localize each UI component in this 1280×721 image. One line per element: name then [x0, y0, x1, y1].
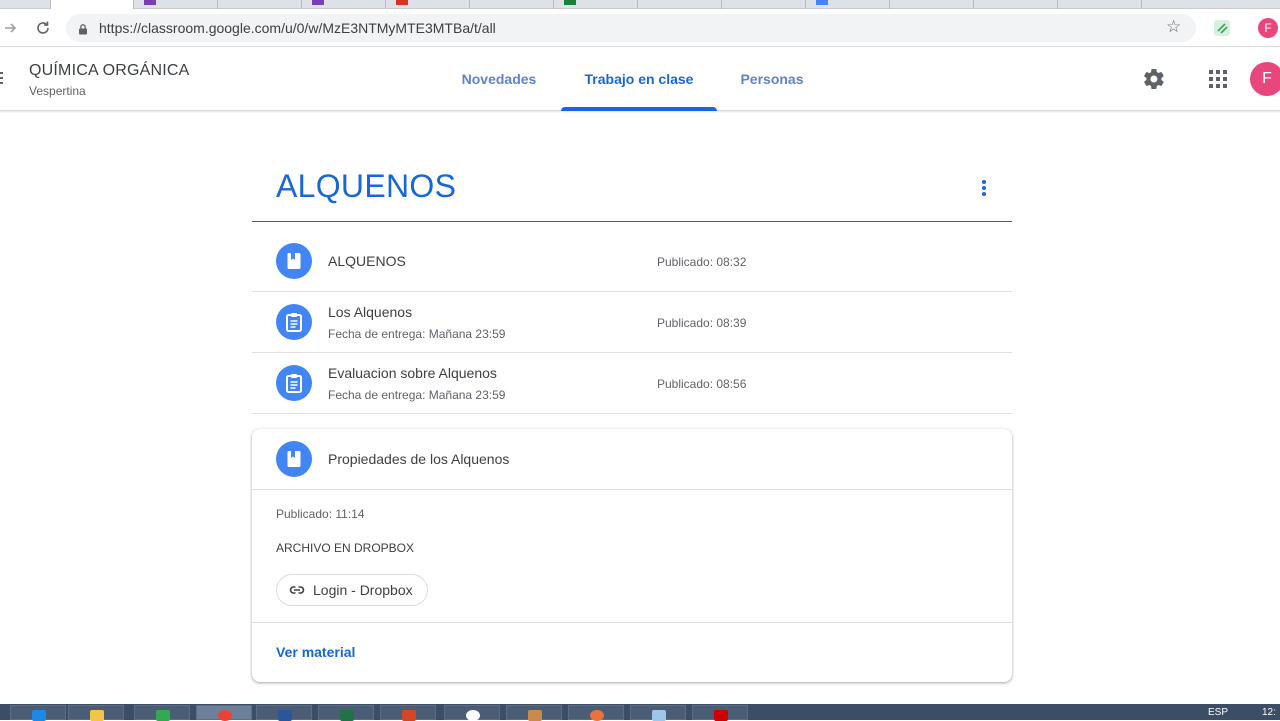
browser-profile-avatar[interactable]: F [1258, 18, 1278, 38]
active-tab-indicator [561, 107, 717, 111]
tab-trabajo-en-clase[interactable]: Trabajo en clase [561, 48, 717, 111]
account-avatar[interactable]: F [1250, 62, 1280, 96]
extension-icon[interactable] [1212, 18, 1232, 38]
taskbar-app-icon[interactable] [506, 705, 562, 721]
taskbar-clock[interactable]: 12: [1262, 707, 1276, 718]
bookmark-star-icon[interactable]: ☆ [1166, 17, 1181, 37]
tab-label: Trabajo en clase [584, 71, 694, 87]
classroom-header: QUÍMICA ORGÁNICA Vespertina Novedades Tr… [0, 48, 1280, 111]
topic-title: ALQUENOS [276, 168, 457, 204]
item-due-date: Fecha de entrega: Mañana 23:59 [328, 388, 506, 402]
taskbar-powerpoint-icon[interactable] [380, 705, 436, 721]
book-icon [276, 243, 312, 279]
browser-tab[interactable] [638, 0, 722, 9]
taskbar-chrome-icon[interactable] [196, 705, 252, 721]
tab-label: Novedades [461, 71, 537, 87]
link-icon [289, 586, 305, 594]
taskbar-folder-icon[interactable] [68, 705, 124, 721]
taskbar-ie-icon[interactable] [10, 705, 66, 721]
taskbar-word-icon[interactable] [256, 705, 312, 721]
browser-tab[interactable] [218, 0, 302, 9]
browser-tab[interactable] [890, 0, 974, 9]
browser-tab[interactable] [554, 0, 638, 9]
url-text: https://classroom.google.com/u/0/w/MzE3N… [99, 20, 496, 36]
topic-divider [252, 221, 1012, 222]
more-options-icon[interactable] [974, 176, 994, 200]
windows-taskbar: ESP 12: [0, 704, 1280, 721]
attachment-link-chip[interactable]: Login - Dropbox [276, 574, 428, 606]
address-bar[interactable]: https://classroom.google.com/u/0/w/MzE3N… [66, 14, 1196, 42]
language-indicator[interactable]: ESP [1208, 707, 1228, 718]
class-title[interactable]: QUÍMICA ORGÁNICA [29, 62, 190, 80]
attachment-label: Login - Dropbox [313, 582, 413, 598]
card-posted: Publicado: 11:14 [276, 507, 365, 521]
apps-grid-icon[interactable] [1205, 66, 1231, 92]
reload-icon[interactable] [32, 17, 54, 39]
browser-tab[interactable] [302, 0, 386, 9]
browser-tab[interactable] [470, 0, 554, 9]
classwork-item[interactable]: Los Alquenos Fecha de entrega: Mañana 23… [252, 292, 1012, 353]
card-description: ARCHIVO EN DROPBOX [276, 541, 415, 555]
card-title: Propiedades de los Alquenos [328, 451, 510, 467]
browser-tab[interactable] [134, 0, 218, 9]
classwork-item[interactable]: ALQUENOS Publicado: 08:32 [252, 231, 1012, 292]
lock-icon [78, 22, 88, 35]
taskbar-app-icon[interactable] [444, 705, 500, 721]
view-material-link[interactable]: Ver material [276, 644, 355, 660]
item-posted: Publicado: 08:32 [657, 255, 747, 269]
browser-toolbar: https://classroom.google.com/u/0/w/MzE3N… [0, 9, 1280, 47]
item-due-date: Fecha de entrega: Mañana 23:59 [328, 327, 506, 341]
browser-tab[interactable] [974, 0, 1058, 9]
browser-tab[interactable] [386, 0, 470, 9]
item-title: ALQUENOS [328, 253, 406, 269]
settings-gear-icon[interactable] [1141, 66, 1167, 92]
card-footer-divider [252, 622, 1012, 623]
card-header[interactable]: Propiedades de los Alquenos [252, 429, 1012, 490]
taskbar-app-icon[interactable] [630, 705, 686, 721]
tab-personas[interactable]: Personas [728, 48, 816, 110]
item-posted: Publicado: 08:39 [657, 316, 747, 330]
book-icon [276, 441, 312, 477]
browser-tab[interactable] [722, 0, 806, 9]
expanded-material-card: Propiedades de los Alquenos Publicado: 1… [252, 429, 1012, 682]
taskbar-app-icon[interactable] [134, 705, 190, 721]
item-posted: Publicado: 08:56 [657, 377, 747, 391]
browser-tab[interactable] [1058, 0, 1142, 9]
forward-arrow-icon[interactable] [0, 17, 22, 39]
browser-tab-strip [0, 0, 1280, 9]
taskbar-app-icon[interactable] [568, 705, 624, 721]
assignment-icon [276, 365, 312, 401]
browser-tab-active[interactable] [50, 0, 134, 9]
assignment-icon [276, 304, 312, 340]
tab-novedades[interactable]: Novedades [448, 48, 550, 110]
classwork-item[interactable]: Evaluacion sobre Alquenos Fecha de entre… [252, 353, 1012, 414]
tab-label: Personas [740, 71, 804, 87]
item-title: Los Alquenos [328, 304, 413, 320]
main-menu-icon[interactable] [0, 71, 4, 84]
item-title: Evaluacion sobre Alquenos [328, 365, 497, 381]
taskbar-excel-icon[interactable] [318, 705, 374, 721]
browser-tab[interactable] [806, 0, 890, 9]
taskbar-app-icon[interactable] [692, 705, 748, 721]
class-section: Vespertina [29, 84, 86, 98]
